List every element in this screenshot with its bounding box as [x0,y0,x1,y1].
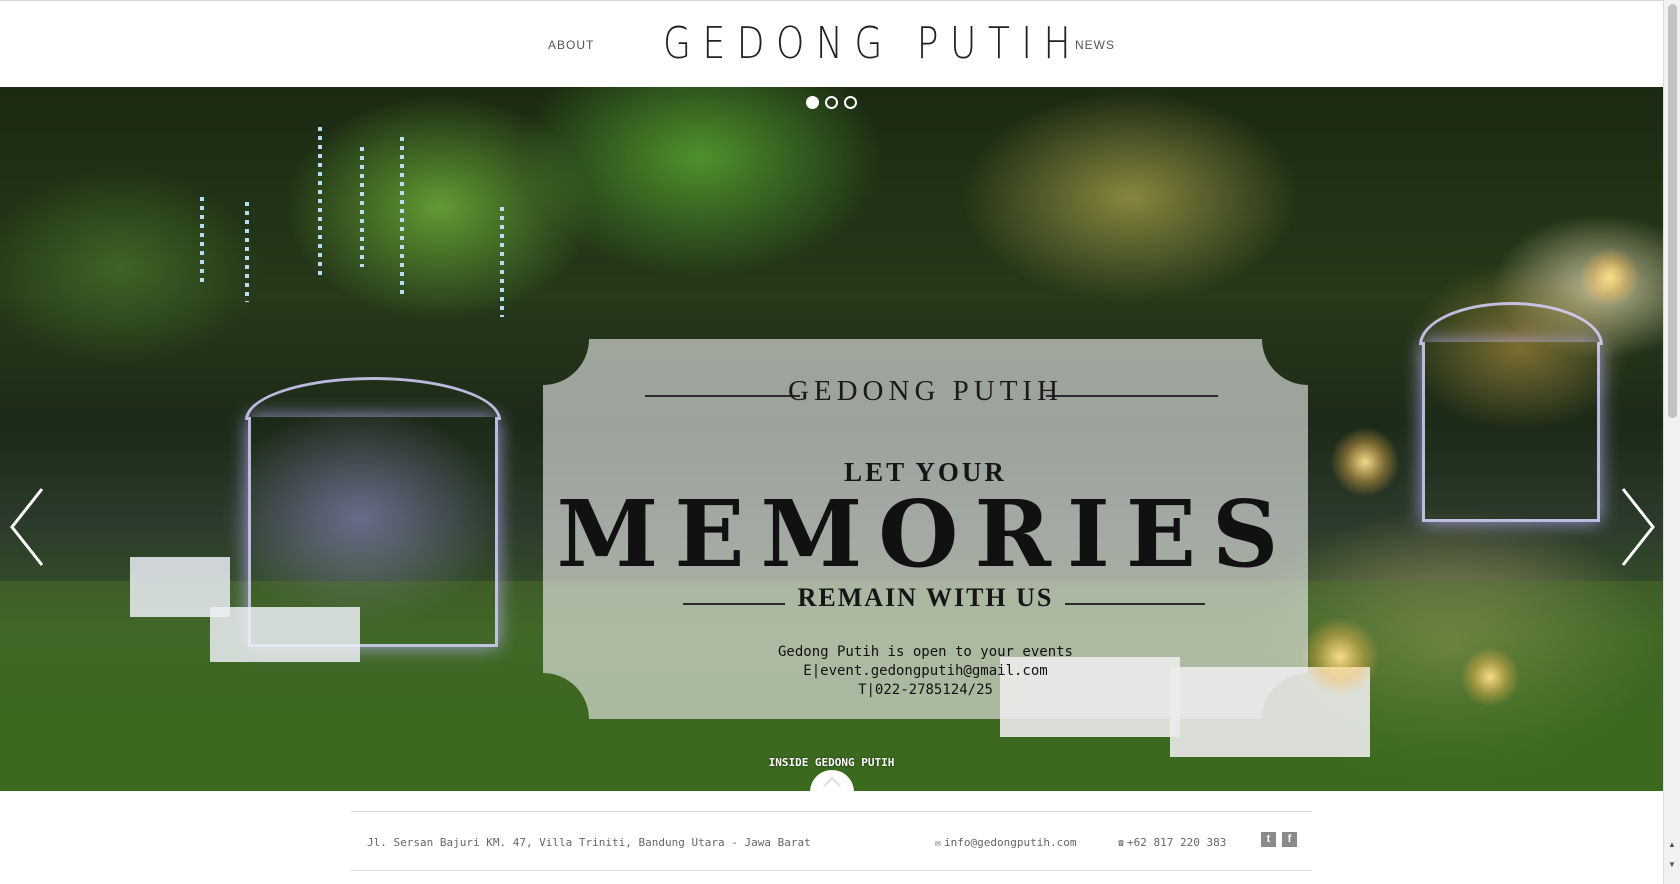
nav-news-link[interactable]: NEWS [1075,38,1115,52]
hanging-lights [360,147,364,267]
hanging-lights [500,207,504,317]
twitter-icon[interactable]: t [1261,832,1276,847]
info-phone: T|022-2785124/25 [858,682,993,698]
promo-card: GEDONG PUTIH LET YOUR MEMORIES REMAIN WI… [543,339,1308,719]
card-brand: GEDONG PUTIH [787,375,1064,407]
slide-dot-3[interactable] [844,96,857,109]
footer-phone: ☎ +62 817 220 383 [1118,836,1226,849]
slide-dot-1[interactable] [806,96,819,109]
footer: Jl. Sersan Bajuri KM. 47, Villa Triniti,… [351,811,1312,871]
hanging-lights [318,127,322,277]
hanging-lights [200,197,204,287]
site-logo[interactable]: GEDONG PUTIH [663,18,1082,70]
gazebo-right [1419,302,1603,522]
tagline-bottom: REMAIN WITH US [797,583,1054,612]
nav-about-link[interactable]: ABOUT [548,38,594,52]
slide-dot-2[interactable] [825,96,838,109]
footer-email: info@gedongputih.com [944,836,1077,849]
footer-phone-number: +62 817 220 383 [1127,836,1227,849]
hanging-lights [400,137,404,297]
phone-icon: ☎ [1118,838,1125,849]
chevron-right-icon[interactable] [1617,487,1657,567]
hero-slider: GEDONG PUTIH LET YOUR MEMORIES REMAIN WI… [0,87,1663,791]
spot-light [1580,247,1640,307]
candle-light [1300,617,1380,697]
hanging-lights [245,202,249,302]
page-scrollbar[interactable]: ▲ ▼ [1663,0,1680,884]
footer-address: Jl. Sersan Bajuri KM. 47, Villa Triniti,… [367,836,811,849]
scroll-down-arrow-icon[interactable]: ▼ [1668,860,1676,869]
footer-email-link[interactable]: ✉ info@gedongputih.com [935,836,1076,849]
chevron-up-icon [823,776,841,787]
mail-icon: ✉ [935,838,942,849]
slider-dots [806,96,857,109]
info-line: Gedong Putih is open to your events [777,644,1073,660]
scroll-up-arrow-icon[interactable]: ▲ [1668,840,1676,849]
chevron-left-icon[interactable] [8,487,48,567]
info-email: E|event.gedongputih@gmail.com [803,663,1048,679]
top-navigation: ABOUT GEDONG PUTIH NEWS [0,0,1663,87]
buffet-table [210,607,360,662]
inside-gedong-putih-label[interactable]: INSIDE GEDONG PUTIH [0,756,1663,769]
facebook-icon[interactable]: f [1282,832,1297,847]
candle-light [1330,427,1400,497]
card-headline: MEMORIES [556,480,1295,588]
scrollbar-thumb[interactable] [1668,4,1677,418]
candle-light [1460,647,1520,707]
